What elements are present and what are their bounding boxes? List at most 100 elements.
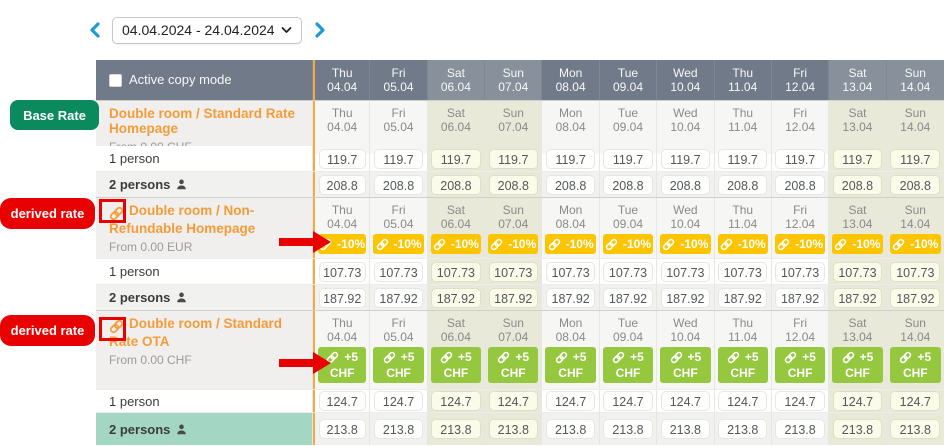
derived-rate-badge[interactable]: +5 CHF: [430, 347, 482, 383]
rate-value-input[interactable]: 187.92: [431, 287, 481, 308]
rate-value-input[interactable]: 119.7: [431, 148, 481, 169]
derived-rate-badge[interactable]: +5 CHF: [889, 347, 941, 383]
rate-name[interactable]: Double room / Standard Rate Homepage: [109, 106, 308, 136]
derived-rate-badge[interactable]: -10%: [889, 234, 941, 254]
rate-value-input[interactable]: 208.8: [718, 174, 768, 195]
rate-value-input[interactable]: 107.73: [775, 261, 825, 282]
derived-rate-badge[interactable]: +5 CHF: [832, 347, 883, 383]
rate-value-cell: 213.8: [599, 413, 658, 445]
active-copy-mode: Active copy mode: [96, 60, 313, 100]
derived-rate-badge[interactable]: -10%: [832, 234, 883, 254]
rate-value-input[interactable]: 208.8: [545, 174, 596, 195]
derived-rate-badge[interactable]: -10%: [488, 234, 539, 254]
rate-value-input[interactable]: 119.7: [775, 148, 825, 169]
derived-rate-badge[interactable]: -10%: [660, 234, 711, 254]
rate-value-input[interactable]: 107.73: [660, 261, 711, 282]
rate-value-input[interactable]: 124.7: [718, 391, 768, 411]
rate-value-input[interactable]: 187.92: [373, 287, 424, 308]
prev-date-range-icon[interactable]: [86, 19, 102, 41]
rate-value-input[interactable]: 187.92: [545, 287, 596, 308]
rate-value-input[interactable]: 124.7: [488, 391, 538, 411]
next-date-range-icon[interactable]: [312, 19, 328, 41]
derived-rate-badge[interactable]: +5 CHF: [488, 347, 539, 383]
rate-value-input[interactable]: 119.7: [832, 148, 883, 169]
rate-value-input[interactable]: 187.92: [318, 287, 366, 308]
rate-value-cell: 187.92: [599, 285, 658, 310]
derived-rate-badge[interactable]: -10%: [430, 234, 482, 254]
rate-value-input[interactable]: 107.73: [545, 261, 596, 282]
derived-rate-badge[interactable]: +5 CHF: [660, 347, 711, 383]
rate-value-input[interactable]: 208.8: [775, 174, 825, 195]
rate-value-input[interactable]: 107.73: [603, 261, 653, 282]
rate-value-input[interactable]: 208.8: [373, 174, 424, 195]
rate-value-input[interactable]: 107.73: [718, 261, 768, 282]
rate-value-input[interactable]: 187.92: [775, 287, 825, 308]
rate-value-cell: 187.92: [370, 285, 428, 310]
derived-rate-badge[interactable]: -10%: [717, 234, 768, 254]
derived-rate-badge[interactable]: +5 CHF: [717, 347, 768, 383]
rate-value-input[interactable]: 124.7: [775, 391, 825, 411]
rate-value-input[interactable]: 187.92: [660, 287, 711, 308]
rate-value-input[interactable]: 107.73: [373, 261, 424, 282]
rate-value-input[interactable]: 119.7: [545, 148, 596, 169]
rate-value-input[interactable]: 213.8: [431, 419, 481, 439]
rate-value-input[interactable]: 124.7: [545, 391, 596, 411]
rate-value-input[interactable]: 187.92: [718, 287, 768, 308]
rate-value-input[interactable]: 213.8: [545, 419, 596, 439]
date-column-header: Fri 05.04: [370, 60, 428, 100]
rate-value-input[interactable]: 208.8: [890, 174, 941, 195]
rate-value-input[interactable]: 107.73: [488, 261, 538, 282]
derived-rate-badge[interactable]: -10%: [373, 234, 424, 254]
derived-rate-badge[interactable]: -10%: [602, 234, 654, 254]
rate-value-input[interactable]: 119.7: [318, 148, 366, 169]
derived-rate-badge[interactable]: +5 CHF: [774, 347, 826, 383]
rate-value-input[interactable]: 213.8: [890, 419, 941, 439]
rate-value-input[interactable]: 124.7: [890, 391, 941, 411]
rate-value-input[interactable]: 124.7: [431, 391, 481, 411]
rate-value-input[interactable]: 124.7: [373, 391, 424, 411]
rate-name[interactable]: Double room / Standard Rate OTA: [109, 316, 308, 349]
rate-value-input[interactable]: 107.73: [832, 261, 883, 282]
rate-value-input[interactable]: 119.7: [373, 148, 424, 169]
derived-rate-badge[interactable]: -10%: [545, 234, 596, 254]
rate-value-input[interactable]: 208.8: [832, 174, 883, 195]
derived-rate-badge[interactable]: +5 CHF: [545, 347, 596, 383]
rate-value-input[interactable]: 124.7: [603, 391, 653, 411]
rate-value-input[interactable]: 187.92: [890, 287, 941, 308]
rate-value-input[interactable]: 187.92: [603, 287, 653, 308]
rate-value-input[interactable]: 119.7: [603, 148, 653, 169]
rate-value-input[interactable]: 107.73: [890, 261, 941, 282]
rate-value-input[interactable]: 208.8: [660, 174, 711, 195]
rate-value-cell: 208.8: [714, 172, 772, 197]
rate-value-input[interactable]: 208.8: [488, 174, 538, 195]
rate-value-input[interactable]: 208.8: [431, 174, 481, 195]
rate-value-cell: 187.92: [714, 285, 772, 310]
rate-value-input[interactable]: 107.73: [431, 261, 481, 282]
rate-value-input[interactable]: 208.8: [318, 174, 366, 195]
rate-value-input[interactable]: 124.7: [832, 391, 883, 411]
rate-value-input[interactable]: 124.7: [318, 391, 366, 411]
date-range-select[interactable]: 04.04.2024 - 24.04.2024: [112, 16, 302, 44]
rate-value-input[interactable]: 107.73: [318, 261, 366, 282]
derived-rate-badge[interactable]: +5 CHF: [602, 347, 654, 383]
rate-value-input[interactable]: 213.8: [775, 419, 825, 439]
date-column-header: Mon 08.04: [542, 60, 600, 100]
rate-value-input[interactable]: 213.8: [832, 419, 883, 439]
rate-value-input[interactable]: 119.7: [890, 148, 941, 169]
rate-value-input[interactable]: 213.8: [488, 419, 538, 439]
rate-value-input[interactable]: 213.8: [603, 419, 653, 439]
rate-value-input[interactable]: 213.8: [373, 419, 424, 439]
rate-value-input[interactable]: 124.7: [660, 391, 711, 411]
rate-value-input[interactable]: 119.7: [488, 148, 538, 169]
rate-value-input[interactable]: 208.8: [603, 174, 653, 195]
active-copy-mode-checkbox[interactable]: [109, 73, 122, 87]
rate-value-input[interactable]: 213.8: [318, 419, 366, 439]
rate-value-input[interactable]: 187.92: [832, 287, 883, 308]
rate-value-input[interactable]: 119.7: [718, 148, 768, 169]
derived-rate-badge[interactable]: -10%: [774, 234, 826, 254]
rate-value-input[interactable]: 187.92: [488, 287, 538, 308]
derived-rate-badge[interactable]: +5 CHF: [373, 347, 424, 383]
rate-value-input[interactable]: 213.8: [660, 419, 711, 439]
rate-value-input[interactable]: 213.8: [718, 419, 768, 439]
rate-value-input[interactable]: 119.7: [660, 148, 711, 169]
